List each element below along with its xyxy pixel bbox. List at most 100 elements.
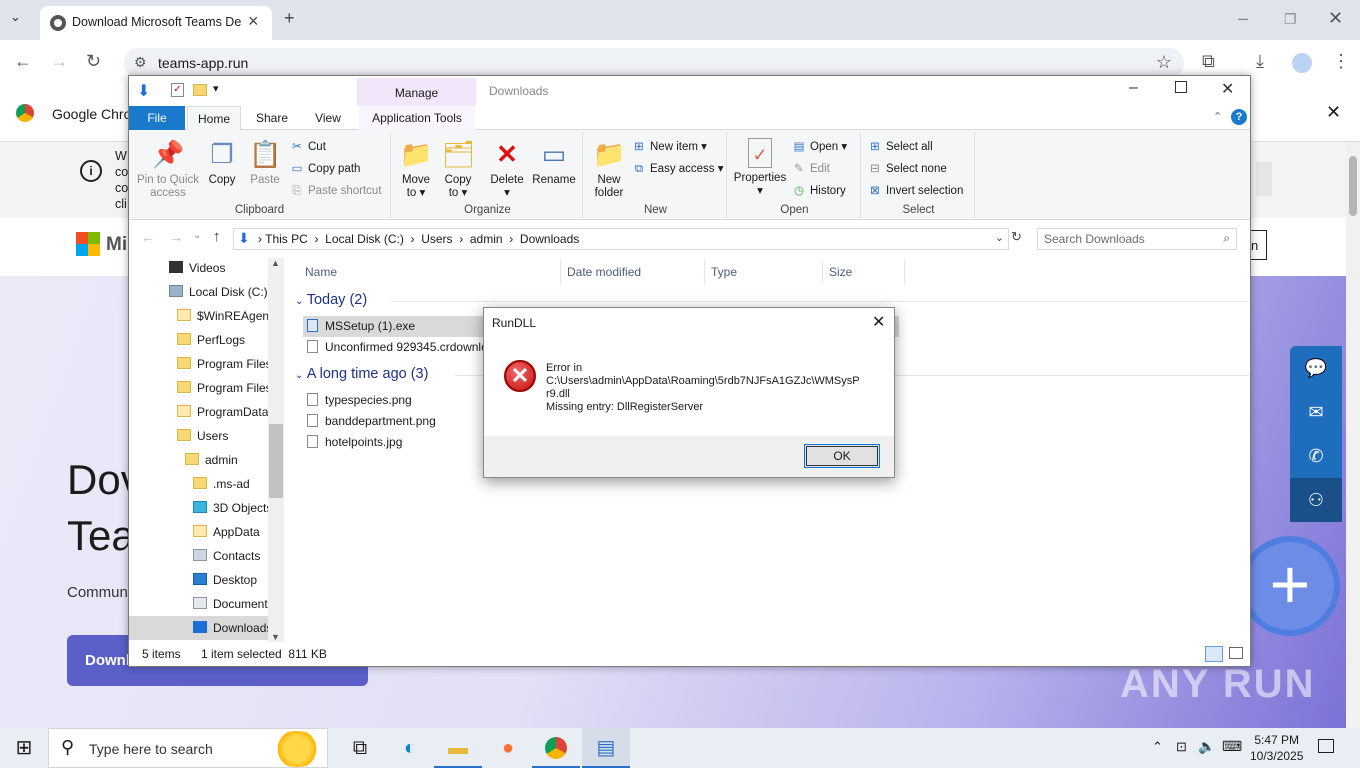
tab-search-button[interactable]: ⌄ [10,9,21,25]
explorer-forward-icon[interactable]: → [169,229,183,245]
manage-context-tab[interactable]: Manage [357,78,476,106]
nav-item-perflogs[interactable]: PerfLogs [129,328,269,352]
nav-item-programdata[interactable]: ProgramData [129,400,269,424]
tab-view[interactable]: View [301,106,355,130]
reload-icon[interactable]: ↻ [86,51,101,72]
close-window-button[interactable]: ✕ [1328,8,1343,29]
properties-button[interactable]: ✓ Properties ▾ [733,138,787,198]
firefox-icon[interactable]: ● [484,728,532,768]
column-type[interactable]: Type [705,260,823,284]
column-size[interactable]: Size [823,260,905,284]
explorer-address-bar[interactable]: ⬇ › This PC › Local Disk (C:) › Users › … [233,228,1009,250]
new-tab-button[interactable]: + [284,8,295,29]
nav-item-documents[interactable]: Documents [129,592,269,616]
nav-item-appdata[interactable]: AppData [129,520,269,544]
explorer-minimize-button[interactable]: – [1129,79,1138,97]
notepad-icon[interactable]: ▤ [582,728,630,768]
nav-scroll-down-icon[interactable]: ▼ [271,632,280,642]
network-icon[interactable]: ⊡ [1176,739,1187,755]
recent-locations-icon[interactable]: ⌄ [193,230,201,241]
tab-application-tools[interactable]: Application Tools [359,106,475,130]
nav-scroll-up-icon[interactable]: ▲ [271,258,280,268]
extensions-icon[interactable]: ⧉ [1202,51,1215,72]
chat-icon[interactable]: 💬 [1290,346,1342,390]
select-all-button[interactable]: ⊞ Select all [867,136,963,158]
mail-icon[interactable]: ✉ [1290,390,1342,434]
chrome-taskbar-icon[interactable] [532,728,580,768]
group-today[interactable]: ⌄ Today (2) [295,292,1249,308]
file-row-banddepartment[interactable]: banddepartment.png [303,411,436,432]
taskbar-search-input[interactable]: ⚲ Type here to search [48,728,328,768]
back-icon[interactable]: ← [14,51,32,72]
refresh-icon[interactable]: ↻ [1011,229,1022,245]
group-collapse-icon[interactable]: ⌄ [295,296,303,307]
download-icon[interactable]: ⤓ [1256,51,1264,72]
column-date-modified[interactable]: Date modified [561,260,705,284]
address-dropdown-icon[interactable]: ⌄ [995,231,1004,244]
crumb-admin[interactable]: admin [470,232,503,246]
edge-icon[interactable]: ◐ [386,728,434,768]
dialog-close-icon[interactable]: ✕ [872,312,885,332]
paste-button[interactable]: 📋 Paste [245,138,285,187]
bookmark-star-icon[interactable]: ☆ [1156,52,1172,73]
select-none-button[interactable]: ⊟ Select none [867,158,963,180]
copy-button[interactable]: ❐ Copy [203,138,241,187]
move-to-button[interactable]: 📁 Move to ▾ [397,138,435,200]
notice-button[interactable] [1256,162,1272,196]
chrome-menu-icon[interactable]: ⋮ [1332,51,1350,72]
crumb-users[interactable]: Users [421,232,452,246]
nav-item-users[interactable]: Users [129,424,269,448]
large-icons-view-icon[interactable] [1229,647,1243,659]
file-explorer-icon[interactable]: ▬ [434,728,482,768]
restore-button[interactable]: ❐ [1284,11,1297,28]
details-view-icon[interactable] [1205,646,1223,662]
nav-item-videos[interactable]: Videos [129,256,269,280]
tray-overflow-icon[interactable]: ⌃ [1152,739,1163,755]
new-item-button[interactable]: ⊞ New item ▾ [631,136,724,158]
explorer-maximize-button[interactable] [1175,81,1187,93]
ribbon-collapse-icon[interactable]: ⌃ [1213,110,1222,123]
group-collapse-icon[interactable]: ⌄ [295,370,303,381]
paste-shortcut-button[interactable]: ⎘ Paste shortcut [289,180,381,202]
minimize-button[interactable]: – [1238,8,1248,29]
help-icon[interactable]: ? [1231,109,1247,125]
explorer-back-icon[interactable]: ← [141,229,155,245]
column-name[interactable]: Name [299,260,561,284]
task-view-icon[interactable]: ⧉ [336,728,384,768]
rename-button[interactable]: ▭ Rename [531,138,577,187]
people-icon[interactable]: ⚇ [1290,478,1342,522]
open-button[interactable]: ▤ Open ▾ [791,136,848,158]
ok-button[interactable]: OK [804,444,880,468]
edit-button[interactable]: ✎ Edit [791,158,847,180]
profile-avatar[interactable] [1292,53,1312,73]
explorer-close-button[interactable]: ✕ [1221,79,1234,99]
file-row-hotelpoints[interactable]: hotelpoints.jpg [303,432,402,453]
nav-item-local-disk[interactable]: Local Disk (C:) [129,280,269,304]
delete-button[interactable]: ✕ Delete ▾ [487,138,527,200]
address-bar[interactable]: ⚙ teams-app.run ☆ [124,48,1184,78]
up-icon[interactable]: ↑ [213,228,221,245]
page-scrollbar-thumb[interactable] [1349,156,1357,216]
qat-dropdown-icon[interactable]: ▾ [213,82,219,95]
nav-item-program-files[interactable]: Program Files [129,352,269,376]
properties-qat-icon[interactable]: ✓ [171,83,184,97]
nav-item-program-files-x86[interactable]: Program Files [129,376,269,400]
tab-file[interactable]: File [129,106,185,130]
easy-access-button[interactable]: ⧉ Easy access ▾ [631,158,724,180]
file-row-crdownload[interactable]: Unconfirmed 929345.crdownload [303,337,493,358]
nav-item-ms-ad[interactable]: .ms-ad [129,472,269,496]
file-row-typespecies[interactable]: typespecies.png [303,390,412,411]
start-windows-icon[interactable]: ⊞ [0,728,48,768]
nav-item-3d-objects[interactable]: 3D Objects [129,496,269,520]
crumb-this-pc[interactable]: This PC [265,232,308,246]
new-folder-qat-icon[interactable] [193,84,207,96]
copy-path-button[interactable]: ▭ Copy path [289,158,382,180]
forward-icon[interactable]: → [50,51,68,72]
nav-item-contacts[interactable]: Contacts [129,544,269,568]
page-scrollbar[interactable] [1346,142,1360,728]
nav-item-desktop[interactable]: Desktop [129,568,269,592]
keyboard-icon[interactable]: ⌨ [1222,738,1242,755]
tab-close-icon[interactable]: × [248,11,259,32]
nav-item-winreagent[interactable]: $WinREAgent [129,304,269,328]
tab-share[interactable]: Share [245,106,299,130]
